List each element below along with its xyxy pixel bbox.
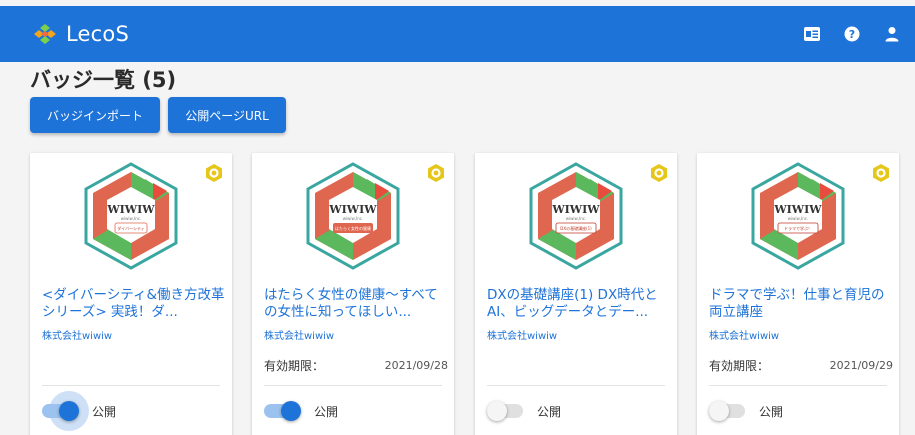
badge-type-icon: [206, 164, 222, 182]
card-divider: [709, 385, 887, 386]
badge-caption: DXの基礎講座(1): [560, 225, 592, 231]
help-icon[interactable]: ?: [843, 25, 861, 43]
badge-sub-text: wiwiw,Inc.: [788, 216, 809, 221]
expiry-date: 2021/09/28: [384, 359, 448, 372]
public-page-url-button[interactable]: 公開ページURL: [168, 97, 286, 133]
app-bar: LecoS ?: [0, 6, 915, 62]
public-toggle-label: 公開: [314, 404, 339, 419]
badge-card[interactable]: WIWIW wiwiw,Inc. DXの基礎講座(1) DXの基礎講座(1) D…: [475, 153, 677, 435]
public-toggle[interactable]: [264, 401, 302, 421]
public-toggle-row: 公開: [264, 401, 338, 421]
public-toggle-label: 公開: [92, 404, 117, 419]
public-toggle-label: 公開: [759, 404, 784, 419]
card-divider: [487, 385, 665, 386]
toggle-knob: [487, 401, 507, 421]
public-toggle-row: 公開: [487, 401, 561, 421]
expiry-row: 有効期限： 2021/09/29: [709, 357, 893, 374]
badge-card[interactable]: WIWIW wiwiw,Inc. ドラマで学ぶ！ ドラマで学ぶ！仕事と育児の両立…: [697, 153, 899, 435]
account-icon[interactable]: [883, 25, 901, 43]
badge-card-org[interactable]: 株式会社wiwiw: [709, 327, 779, 342]
toggle-knob: [709, 401, 729, 421]
badge-image[interactable]: WIWIW wiwiw,Inc. はたらく女性の健康: [303, 161, 403, 271]
badge-caption: はたらく女性の健康: [335, 225, 371, 231]
lecos-logo[interactable]: LecoS: [30, 22, 129, 46]
badge-card-title[interactable]: <ダイバーシティ&働き方改革シリーズ> 実践！ダ...: [42, 287, 226, 321]
public-toggle[interactable]: [42, 391, 89, 431]
badge-card[interactable]: WIWIW wiwiw,Inc. はたらく女性の健康 はたらく女性の健康～すべて…: [252, 153, 454, 435]
badge-caption: ダイバーシティ: [117, 225, 145, 231]
badge-image[interactable]: WIWIW wiwiw,Inc. ダイバーシティ: [81, 161, 181, 271]
badge-card-org[interactable]: 株式会社wiwiw: [487, 327, 557, 342]
card-divider: [42, 385, 220, 386]
badge-import-button[interactable]: バッジインポート: [30, 97, 160, 133]
badge-card-org[interactable]: 株式会社wiwiw: [264, 327, 334, 342]
public-toggle[interactable]: [487, 401, 525, 421]
badge-wiwiw-text: WIWIW: [773, 203, 822, 216]
toggle-knob: [281, 401, 301, 421]
badge-card[interactable]: WIWIW wiwiw,Inc. ダイバーシティ <ダイバーシティ&働き方改革シ…: [30, 153, 232, 435]
badge-sub-text: wiwiw,Inc.: [121, 216, 142, 221]
badge-type-icon: [873, 164, 889, 182]
id-card-icon[interactable]: [803, 25, 821, 43]
badge-wiwiw-text: WIWIW: [551, 203, 600, 216]
badge-wiwiw-text: WIWIW: [106, 203, 155, 216]
expiry-row: 有効期限： 2021/09/28: [264, 357, 448, 374]
logo-icon: [34, 24, 56, 44]
badge-card-title[interactable]: DXの基礎講座(1) DX時代とAI、ビッグデータとデー...: [487, 287, 671, 321]
badge-type-icon: [428, 164, 444, 182]
expiry-label: 有効期限：: [709, 359, 770, 373]
badge-image[interactable]: WIWIW wiwiw,Inc. DXの基礎講座(1): [526, 161, 626, 271]
badge-type-icon: [651, 164, 667, 182]
public-toggle-row: 公開: [709, 401, 783, 421]
badge-caption: ドラマで学ぶ！: [784, 225, 812, 231]
badge-sub-text: wiwiw,Inc.: [566, 216, 587, 221]
badge-wiwiw-text: WIWIW: [328, 203, 377, 216]
brand-name: LecoS: [66, 22, 129, 46]
page-title: バッジ一覧 (5): [30, 68, 177, 92]
public-toggle-label: 公開: [537, 404, 562, 419]
badge-image[interactable]: WIWIW wiwiw,Inc. ドラマで学ぶ！: [748, 161, 848, 271]
expiry-date: 2021/09/29: [829, 359, 893, 372]
badge-card-title[interactable]: ドラマで学ぶ！仕事と育児の両立講座: [709, 287, 893, 321]
badge-card-org[interactable]: 株式会社wiwiw: [42, 327, 112, 342]
badge-sub-text: wiwiw,Inc.: [343, 216, 364, 221]
toggle-knob: [59, 401, 79, 421]
card-divider: [264, 385, 442, 386]
expiry-label: 有効期限：: [264, 359, 325, 373]
public-toggle[interactable]: [709, 401, 747, 421]
svg-text:?: ?: [849, 28, 855, 41]
public-toggle-row: 公開: [42, 391, 117, 431]
badge-card-title[interactable]: はたらく女性の健康～すべての女性に知ってほしい...: [264, 287, 448, 321]
